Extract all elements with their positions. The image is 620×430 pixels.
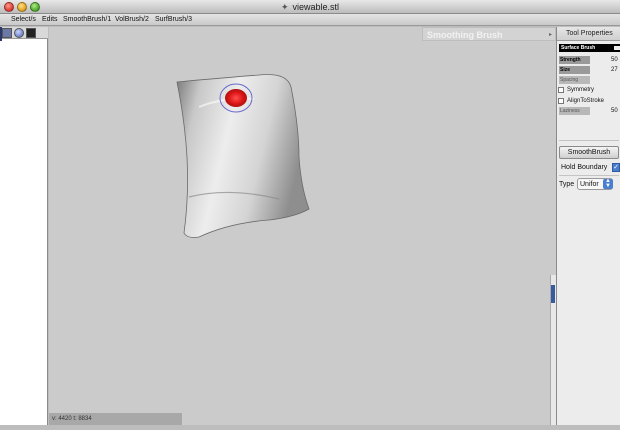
strength-slider[interactable]: Strength 50 bbox=[559, 56, 620, 64]
tool-properties-header: Tool Properties bbox=[557, 27, 620, 41]
window-title: ✦ viewable.stl bbox=[280, 2, 340, 12]
hold-boundary-checkbox[interactable]: ✓ bbox=[612, 163, 620, 172]
tool-properties-panel: Tool Properties Surface Brush Strength 5… bbox=[556, 27, 620, 425]
menu-smoothbrush[interactable]: SmoothBrush/1 bbox=[63, 14, 111, 26]
collapse-icon[interactable] bbox=[614, 46, 620, 50]
select-arrows-icon[interactable]: ▲ ▼ bbox=[603, 178, 613, 189]
left-panel-marker bbox=[0, 27, 2, 41]
menu-edits[interactable]: Edits bbox=[42, 14, 58, 26]
mesh-render[interactable] bbox=[49, 27, 556, 425]
surface-brush-section: Surface Brush bbox=[559, 44, 620, 52]
menu-surfbrush[interactable]: SurfBrush/3 bbox=[155, 14, 192, 26]
align-to-stroke-checkbox[interactable] bbox=[558, 98, 564, 104]
wireframe-view-button[interactable] bbox=[26, 28, 36, 38]
size-slider[interactable]: Size 27 bbox=[559, 66, 620, 74]
smoothing-brush-panel[interactable]: Smoothing Brush ▸ bbox=[422, 27, 556, 41]
type-label: Type bbox=[559, 181, 575, 188]
scrollbar-thumb[interactable] bbox=[551, 285, 555, 303]
left-toolbar bbox=[0, 27, 48, 39]
menu-bar: Select/s Edits SmoothBrush/1 VolBrush/2 … bbox=[0, 14, 620, 26]
title-bar: ✦ viewable.stl bbox=[0, 0, 620, 14]
document-icon: ✦ bbox=[280, 2, 289, 12]
smooth-brush-button[interactable]: SmoothBrush bbox=[559, 146, 619, 159]
sphere-view-button[interactable] bbox=[14, 28, 24, 38]
smoothing-brush-title: Smoothing Brush bbox=[427, 30, 503, 40]
menu-select[interactable]: Select/s bbox=[11, 14, 36, 26]
divider bbox=[559, 140, 619, 141]
symmetry-checkbox[interactable] bbox=[558, 87, 564, 93]
status-bar: v: 4420 t: 8834 bbox=[49, 413, 182, 425]
expand-arrow-icon[interactable]: ▸ bbox=[549, 28, 552, 42]
object-view-button[interactable] bbox=[2, 28, 12, 38]
3d-viewport[interactable] bbox=[49, 27, 556, 425]
menu-volbrush[interactable]: VolBrush/2 bbox=[115, 14, 149, 26]
divider bbox=[559, 175, 619, 176]
hold-boundary-label: Hold Boundary bbox=[561, 164, 608, 171]
left-panel bbox=[0, 27, 48, 425]
spacing-slider[interactable]: Spacing bbox=[559, 76, 620, 84]
brush-spot bbox=[225, 89, 247, 107]
surface-brush-title: Surface Brush bbox=[561, 45, 596, 51]
laziness-slider[interactable]: Laziness 50 bbox=[559, 107, 620, 115]
